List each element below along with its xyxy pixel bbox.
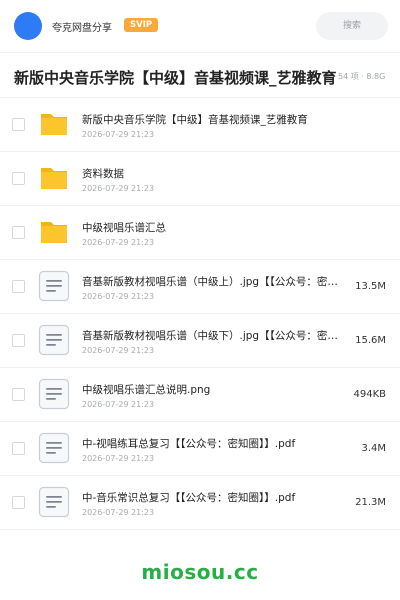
row-checkbox[interactable] xyxy=(12,496,25,509)
svip-badge: SVIP xyxy=(124,18,159,32)
file-name: 中级视唱乐谱汇总 xyxy=(82,222,166,234)
file-name: 资料数据 xyxy=(82,168,124,180)
row-checkbox[interactable] xyxy=(12,442,25,455)
file-row[interactable]: 音基新版教材视唱乐谱（中级上）.jpg【【公众号：密知圈】】.jpg 2026-0… xyxy=(0,260,400,314)
file-size: 21.3M xyxy=(355,497,386,508)
row-checkbox[interactable] xyxy=(12,172,25,185)
file-name: 音基新版教材视唱乐谱（中级上）.jpg【【公众号：密知圈】】.jpg xyxy=(82,276,344,288)
file-name: 中-音乐常识总复习【【公众号：密知圈】】.pdf xyxy=(82,492,296,504)
row-checkbox[interactable] xyxy=(12,388,25,401)
folder-icon xyxy=(38,108,70,140)
file-row[interactable]: 中级视唱乐谱汇总 2026-07-29 21:23 xyxy=(0,206,400,260)
document-icon xyxy=(38,270,70,302)
file-name: 新版中央音乐学院【中级】音基视频课_艺雅教育 xyxy=(82,114,308,126)
file-size: 494KB xyxy=(353,389,386,400)
search-button[interactable]: 搜索 xyxy=(316,12,388,40)
file-size: 3.4M xyxy=(361,443,386,454)
file-name: 中-视唱练耳总复习【【公众号：密知圈】】.pdf xyxy=(82,438,296,450)
share-meta: 54 项 · 8.8G xyxy=(338,72,386,81)
document-icon xyxy=(38,378,70,410)
file-date: 2026-07-29 21:23 xyxy=(82,292,155,301)
file-size: 13.5M xyxy=(355,281,386,292)
row-checkbox[interactable] xyxy=(12,334,25,347)
file-date: 2026-07-29 21:23 xyxy=(82,184,155,193)
file-row[interactable]: 音基新版教材视唱乐谱（中级下）.jpg【【公众号：密知圈】】.jpg 2026-0… xyxy=(0,314,400,368)
file-row[interactable]: 中级视唱乐谱汇总说明.png 2026-07-29 21:23 494KB xyxy=(0,368,400,422)
file-row[interactable]: 中-视唱练耳总复习【【公众号：密知圈】】.pdf 2026-07-29 21:23… xyxy=(0,422,400,476)
file-date: 2026-07-29 21:23 xyxy=(82,130,155,139)
document-icon xyxy=(38,432,70,464)
file-date: 2026-07-29 21:23 xyxy=(82,238,155,247)
file-list: 新版中央音乐学院【中级】音基视频课_艺雅教育 2026-07-29 21:23 资料… xyxy=(0,98,400,530)
page-title: 新版中央音乐学院【中级】音基视频课_艺雅教育 xyxy=(14,69,337,87)
file-name: 中级视唱乐谱汇总说明.png xyxy=(82,384,211,396)
file-row[interactable]: 新版中央音乐学院【中级】音基视频课_艺雅教育 2026-07-29 21:23 xyxy=(0,98,400,152)
file-size: 15.6M xyxy=(355,335,386,346)
document-icon xyxy=(38,324,70,356)
file-row[interactable]: 资料数据 2026-07-29 21:23 xyxy=(0,152,400,206)
folder-icon xyxy=(38,162,70,194)
folder-icon xyxy=(38,216,70,248)
document-icon xyxy=(38,486,70,518)
watermark: miosou.cc xyxy=(141,560,259,584)
top-bar: 夸克网盘分享 SVIP 搜索 xyxy=(0,0,400,52)
file-date: 2026-07-29 21:23 xyxy=(82,454,155,463)
row-checkbox[interactable] xyxy=(12,118,25,131)
file-date: 2026-07-29 21:23 xyxy=(82,508,155,517)
file-date: 2026-07-29 21:23 xyxy=(82,346,155,355)
footer: miosou.cc xyxy=(0,560,400,584)
avatar[interactable] xyxy=(14,12,42,40)
brand-label: 夸克网盘分享 xyxy=(52,23,112,34)
file-date: 2026-07-29 21:23 xyxy=(82,400,155,409)
title-bar: 新版中央音乐学院【中级】音基视频课_艺雅教育 54 项 · 8.8G xyxy=(0,52,400,98)
row-checkbox[interactable] xyxy=(12,226,25,239)
file-row[interactable]: 中-音乐常识总复习【【公众号：密知圈】】.pdf 2026-07-29 21:23… xyxy=(0,476,400,530)
row-checkbox[interactable] xyxy=(12,280,25,293)
file-name: 音基新版教材视唱乐谱（中级下）.jpg【【公众号：密知圈】】.jpg xyxy=(82,330,344,342)
